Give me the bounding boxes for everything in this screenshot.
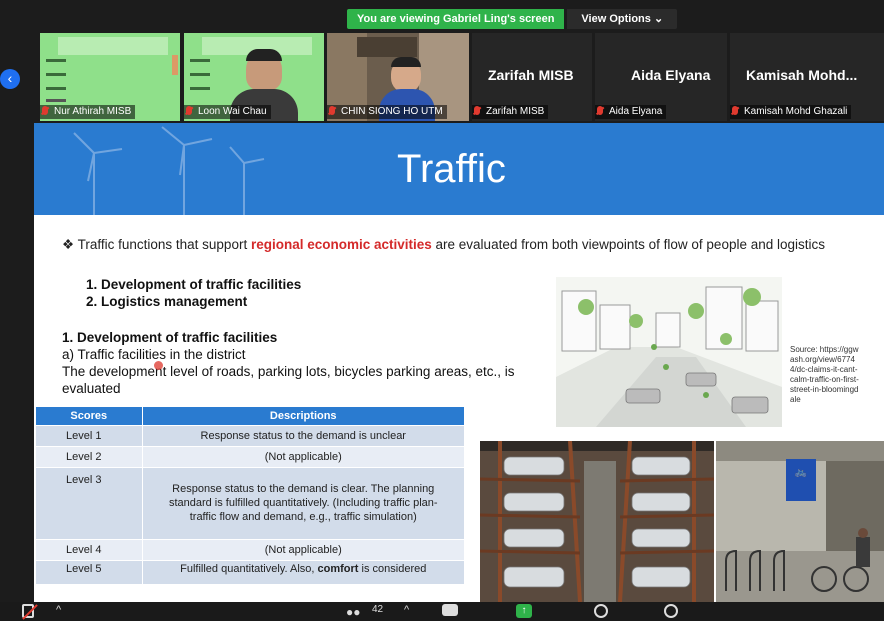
participants-count: 42 [372, 604, 384, 615]
muted-mic-icon [186, 106, 192, 115]
participant-tile[interactable]: Zarifah MISB Zarifah MISB [472, 33, 592, 121]
view-options-button[interactable]: View Options ⌄ [567, 9, 678, 29]
reactions-icon[interactable] [664, 604, 678, 618]
participant-video-strip: ‹ Nur Athirah MISB Loon Wai Chau CHIN SI… [0, 33, 884, 121]
description-cell: (Not applicable) [142, 538, 465, 560]
record-icon[interactable] [594, 604, 608, 618]
participant-name: CHIN SIONG HO UTM [327, 105, 447, 119]
list-item: 1. Development of traffic facilities [86, 277, 302, 292]
participant-name: Nur Athirah MISB [40, 105, 136, 119]
score-cell: Level 2 [36, 445, 143, 467]
muted-mic-icon [42, 106, 48, 115]
table-row: Level 4 (Not applicable) [36, 538, 465, 560]
meeting-toolbar: ^ ●● 42 ^ ↑ [0, 602, 884, 621]
section-text: 1. Development of traffic facilities a) … [62, 329, 562, 397]
score-cell: Level 1 [36, 424, 143, 446]
description-cell: Fulfilled quantitatively. Also, comfort … [142, 559, 465, 584]
participant-name: Loon Wai Chau [184, 105, 271, 119]
participant-name: Zarifah MISB [472, 105, 549, 119]
score-cell: Level 3 [36, 466, 143, 539]
highlight-text: regional economic activities [250, 237, 432, 252]
muted-mic-icon [329, 106, 335, 115]
chevron-up-icon[interactable]: ^ [56, 604, 61, 616]
section-body: The development level of roads, parking … [62, 364, 515, 396]
descriptions-column-header: Descriptions [142, 407, 465, 425]
participant-name: Kamisah Mohd Ghazali [730, 105, 852, 119]
slide-title: Traffic [397, 147, 506, 191]
participant-tile[interactable]: Nur Athirah MISB [40, 33, 180, 121]
slide-bullet: ❖ Traffic functions that support regiona… [62, 237, 826, 252]
bike-parking-photo: 🚲 [716, 441, 884, 602]
participant-display-name: Kamisah Mohd... [746, 67, 858, 83]
street-illustration [556, 277, 782, 427]
score-cell: Level 5 [36, 559, 143, 584]
table-row: Level 1 Response status to the demand is… [36, 424, 465, 446]
participants-icon[interactable]: ●● [346, 605, 361, 619]
chevron-up-icon[interactable]: ^ [404, 604, 409, 616]
participant-tile[interactable]: CHIN SIONG HO UTM [327, 33, 469, 121]
strip-previous-button[interactable]: ‹ [0, 69, 20, 89]
cursor-pointer-icon [154, 361, 163, 370]
table-row: Level 2 (Not applicable) [36, 445, 465, 467]
table-row: Level 5 Fulfilled quantitatively. Also, … [36, 559, 465, 584]
image-source-caption: Source: https://ggwash.org/view/67744/dc… [790, 345, 859, 404]
participant-name: Aida Elyana [595, 105, 667, 119]
list-item: 2. Logistics management [86, 294, 248, 309]
zoom-meeting-window: You are viewing Gabriel Ling's screen Vi… [0, 0, 884, 621]
participant-tile[interactable]: Kamisah Mohd... Kamisah Mohd Ghazali [730, 33, 884, 121]
description-cell: Response status to the demand is clear. … [142, 466, 465, 539]
table-header-row: Scores Descriptions [36, 407, 465, 425]
description-cell: (Not applicable) [142, 445, 465, 467]
section-sub: a) Traffic facilities in the district [62, 347, 246, 362]
share-screen-icon[interactable]: ↑ [516, 604, 532, 618]
description-cell: Response status to the demand is unclear [142, 424, 465, 446]
shared-screen-slide: Traffic ❖ Traffic functions that support… [34, 123, 884, 602]
svg-text:🚲: 🚲 [795, 467, 807, 478]
muted-mic-icon [474, 106, 480, 115]
mute-video-icon[interactable] [22, 604, 38, 620]
scores-table: Scores Descriptions Level 1 Response sta… [36, 407, 465, 584]
diamond-bullet-icon: ❖ [62, 237, 78, 252]
section-heading: 1. Development of traffic facilities [62, 330, 278, 345]
slide-header: Traffic [34, 123, 884, 215]
viewing-screen-label: You are viewing Gabriel Ling's screen [347, 9, 565, 29]
wind-turbine-icon [73, 126, 265, 215]
participant-tile[interactable]: Loon Wai Chau [184, 33, 324, 121]
participant-display-name: Aida Elyana [631, 67, 711, 83]
participant-display-name: Zarifah MISB [488, 67, 574, 83]
screen-share-banner: You are viewing Gabriel Ling's screen Vi… [347, 9, 678, 29]
parking-garage-photo [480, 441, 714, 602]
chat-icon[interactable] [442, 604, 458, 616]
numbered-list: 1. Development of traffic facilities 2. … [86, 276, 301, 310]
muted-mic-icon [732, 106, 738, 115]
score-cell: Level 4 [36, 538, 143, 560]
scores-column-header: Scores [36, 407, 143, 425]
table-row: Level 3 Response status to the demand is… [36, 466, 465, 539]
participant-tile[interactable]: Aida Elyana Aida Elyana [595, 33, 727, 121]
muted-mic-icon [597, 106, 603, 115]
